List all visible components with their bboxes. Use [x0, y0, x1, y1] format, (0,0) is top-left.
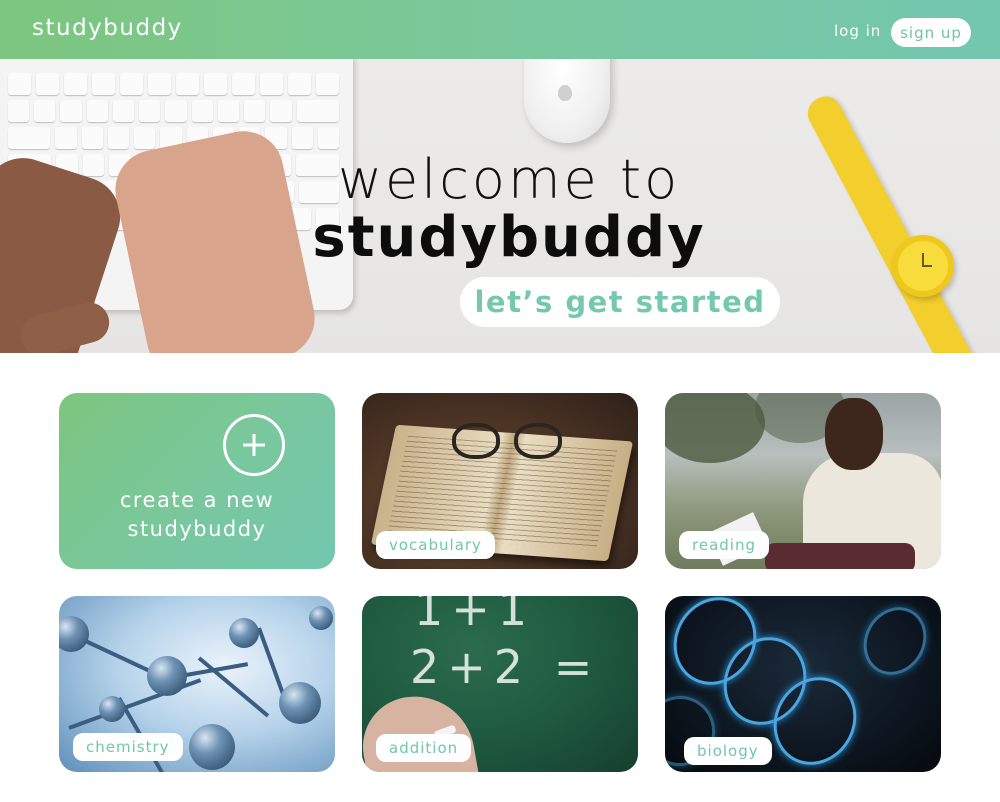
- hero-heading-line2: studybuddy: [312, 205, 706, 270]
- reading-card-label: reading: [679, 531, 769, 559]
- chalk-equation-2: 2+2 =: [410, 640, 601, 694]
- mouse-image: [524, 59, 610, 143]
- tree-image: [665, 393, 765, 463]
- atom-image: [147, 656, 187, 696]
- person-legs-image: [765, 543, 915, 569]
- biology-card-label: biology: [684, 737, 772, 765]
- addition-card[interactable]: 1+1 2+2 = addition: [362, 596, 638, 772]
- logo[interactable]: studybuddy: [32, 15, 183, 41]
- signup-button[interactable]: sign up: [891, 18, 971, 47]
- atom-image: [309, 606, 333, 630]
- hero-heading-line1: welcome to: [337, 148, 681, 211]
- vocabulary-card-label: vocabulary: [376, 531, 495, 559]
- biology-card[interactable]: biology: [665, 596, 941, 772]
- apple-logo-icon: [558, 85, 572, 101]
- atom-image: [279, 682, 321, 724]
- plus-icon: [223, 414, 285, 476]
- chalk-equation-1: 1+1: [414, 596, 536, 636]
- chemistry-card-label: chemistry: [73, 733, 183, 761]
- glasses-image: [452, 423, 572, 463]
- atom-image: [99, 696, 125, 722]
- login-link[interactable]: log in: [834, 22, 881, 40]
- dna-helix-image: [851, 596, 939, 687]
- addition-card-label: addition: [376, 734, 472, 762]
- reading-card[interactable]: reading: [665, 393, 941, 569]
- get-started-button[interactable]: let’s get started: [460, 277, 780, 327]
- create-studybuddy-card[interactable]: create a new studybuddy: [59, 393, 335, 569]
- create-card-text: create a new studybuddy: [59, 486, 335, 544]
- top-nav-bar: studybuddy log in sign up: [0, 0, 1000, 59]
- create-card-line2: studybuddy: [127, 517, 267, 541]
- chemistry-card[interactable]: chemistry: [59, 596, 335, 772]
- atom-image: [189, 724, 235, 770]
- atom-image: [229, 618, 259, 648]
- create-card-line1: create a new: [119, 488, 275, 512]
- atom-image: [59, 616, 89, 652]
- vocabulary-card[interactable]: vocabulary: [362, 393, 638, 569]
- person-head-image: [825, 398, 883, 470]
- hero-banner: welcome to studybuddy let’s get started: [0, 59, 1000, 353]
